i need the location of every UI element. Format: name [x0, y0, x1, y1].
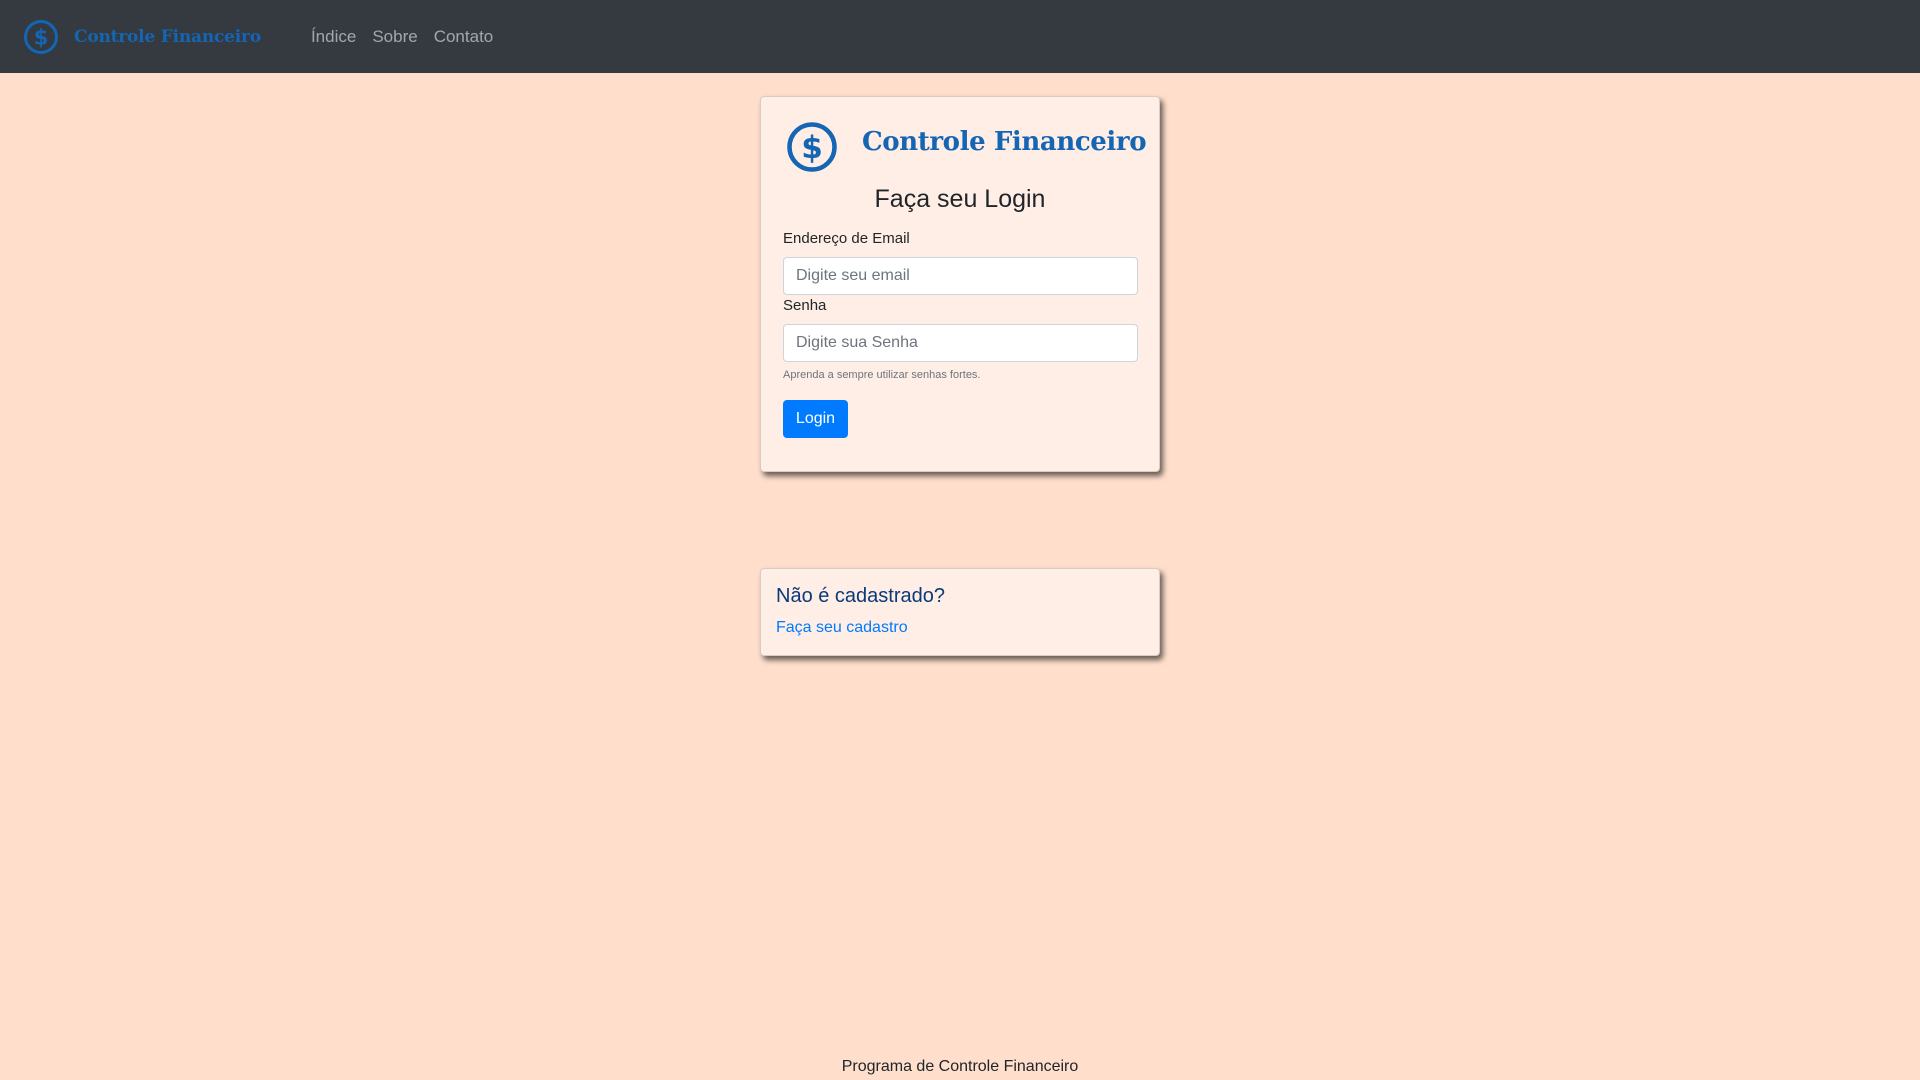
- login-brand-text: Controle Financeiro: [862, 127, 1147, 157]
- email-input[interactable]: [783, 257, 1138, 295]
- footer-text: Programa de Controle Financeiro: [841, 1058, 1079, 1075]
- svg-text:$: $: [34, 25, 49, 49]
- password-label: Senha: [783, 297, 827, 314]
- nav-link-sobre[interactable]: Sobre: [372, 27, 417, 47]
- login-card: $ Controle Financeiro Faça seu Login End…: [760, 96, 1160, 472]
- dollar-circle-icon: $: [787, 122, 837, 172]
- register-title: Não é cadastrado?: [776, 585, 946, 607]
- register-link[interactable]: Faça seu cadastro: [776, 619, 908, 637]
- email-label: Endereço de Email: [783, 230, 910, 247]
- navbar-brand-text: Controle Financeiro: [74, 26, 261, 47]
- dollar-circle-icon: $: [24, 19, 58, 54]
- nav-link-indice[interactable]: Índice: [311, 27, 356, 47]
- svg-text:$: $: [801, 130, 823, 166]
- navbar-brand[interactable]: $ Controle Financeiro: [23, 19, 261, 55]
- password-input[interactable]: [783, 324, 1138, 362]
- nav-link-contato[interactable]: Contato: [434, 27, 494, 47]
- navbar-links: Índice Sobre Contato: [311, 27, 509, 47]
- login-button[interactable]: Login: [783, 400, 848, 438]
- password-help-text: Aprenda a sempre utilizar senhas fortes.: [783, 369, 981, 381]
- top-navbar: $ Controle Financeiro Índice Sobre Conta…: [0, 0, 1920, 73]
- login-title: Faça seu Login: [874, 185, 1046, 213]
- register-card: Não é cadastrado? Faça seu cadastro: [760, 568, 1160, 656]
